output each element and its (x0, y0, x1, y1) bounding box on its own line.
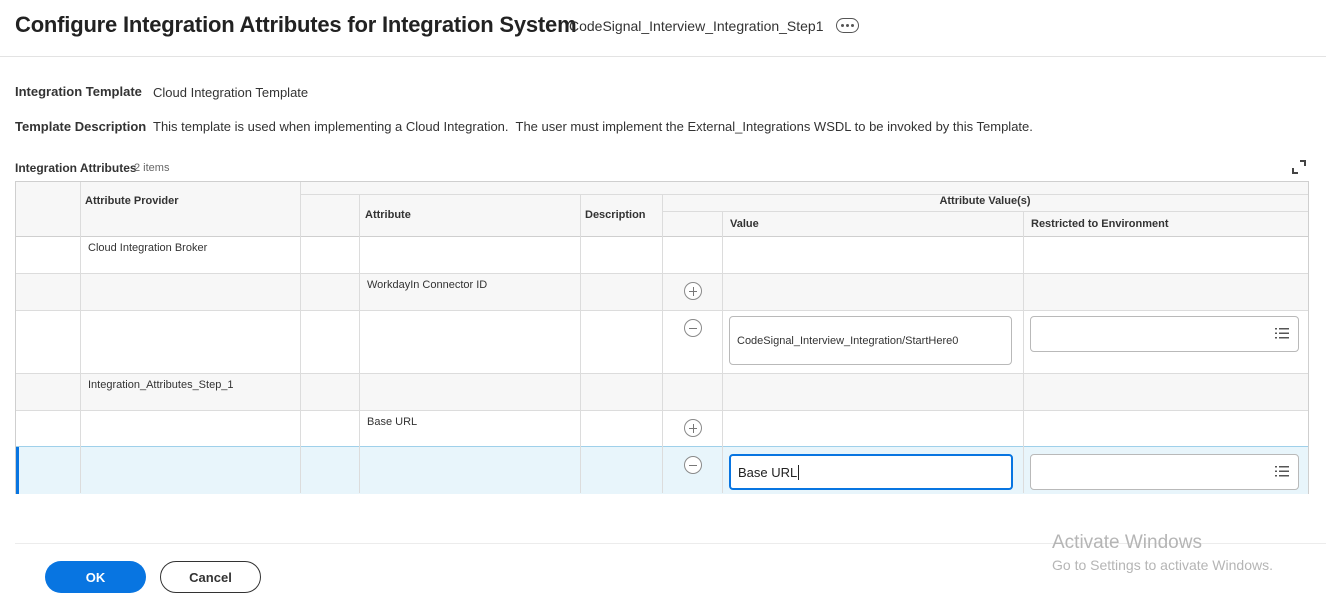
integration-template-label: Integration Template (15, 84, 142, 99)
ok-button[interactable]: OK (45, 561, 146, 593)
activate-windows-title: Activate Windows (1052, 532, 1202, 553)
column-group-attribute-values: Attribute Value(s) (939, 195, 1031, 207)
cancel-button[interactable]: Cancel (160, 561, 261, 593)
plus-circle-icon[interactable] (684, 282, 702, 300)
item-count: 2 items (134, 162, 170, 174)
activate-windows-subtitle: Go to Settings to activate Windows. (1052, 557, 1273, 573)
integration-template-value: Cloud Integration Template (153, 85, 309, 100)
section-title: Integration Attributes (15, 161, 137, 175)
list-icon[interactable] (1275, 466, 1289, 477)
attribute-cell: WorkdayIn Connector ID (367, 279, 488, 291)
column-header-description: Description (585, 209, 646, 221)
minus-circle-icon[interactable] (684, 319, 702, 337)
integration-attributes-grid: Attribute Provider Attribute Description… (15, 181, 1309, 494)
page-title: Configure Integration Attributes for Int… (15, 12, 577, 37)
page-header: Configure Integration Attributes for Int… (0, 0, 1326, 57)
column-header-attribute-provider: Attribute Provider (85, 195, 179, 207)
restricted-environment-prompt[interactable] (1030, 454, 1299, 490)
template-description-label: Template Description (15, 119, 147, 134)
plus-circle-icon[interactable] (684, 419, 702, 437)
value-input[interactable]: Base URL (729, 454, 1013, 490)
template-description-value: This template is used when implementing … (153, 119, 1033, 134)
column-header-value: Value (730, 218, 759, 230)
column-header-restricted-to-environment: Restricted to Environment (1031, 218, 1169, 230)
value-input-text: CodeSignal_Interview_Integration/StartHe… (737, 334, 959, 347)
value-input-text: Base URL (738, 464, 798, 480)
attribute-provider-cell: Cloud Integration Broker (88, 242, 208, 254)
integration-system-name: CodeSignal_Interview_Integration_Step1 (569, 18, 824, 34)
minus-circle-icon[interactable] (684, 456, 702, 474)
restricted-environment-prompt[interactable] (1030, 316, 1299, 352)
attribute-cell: Base URL (367, 416, 418, 428)
column-header-attribute: Attribute (365, 209, 411, 221)
expand-icon[interactable] (1292, 160, 1306, 174)
text-caret (798, 464, 800, 480)
ellipsis-icon[interactable] (836, 18, 859, 33)
list-icon[interactable] (1275, 328, 1289, 339)
attribute-provider-cell: Integration_Attributes_Step_1 (88, 379, 234, 391)
value-input[interactable]: CodeSignal_Interview_Integration/StartHe… (729, 316, 1012, 365)
